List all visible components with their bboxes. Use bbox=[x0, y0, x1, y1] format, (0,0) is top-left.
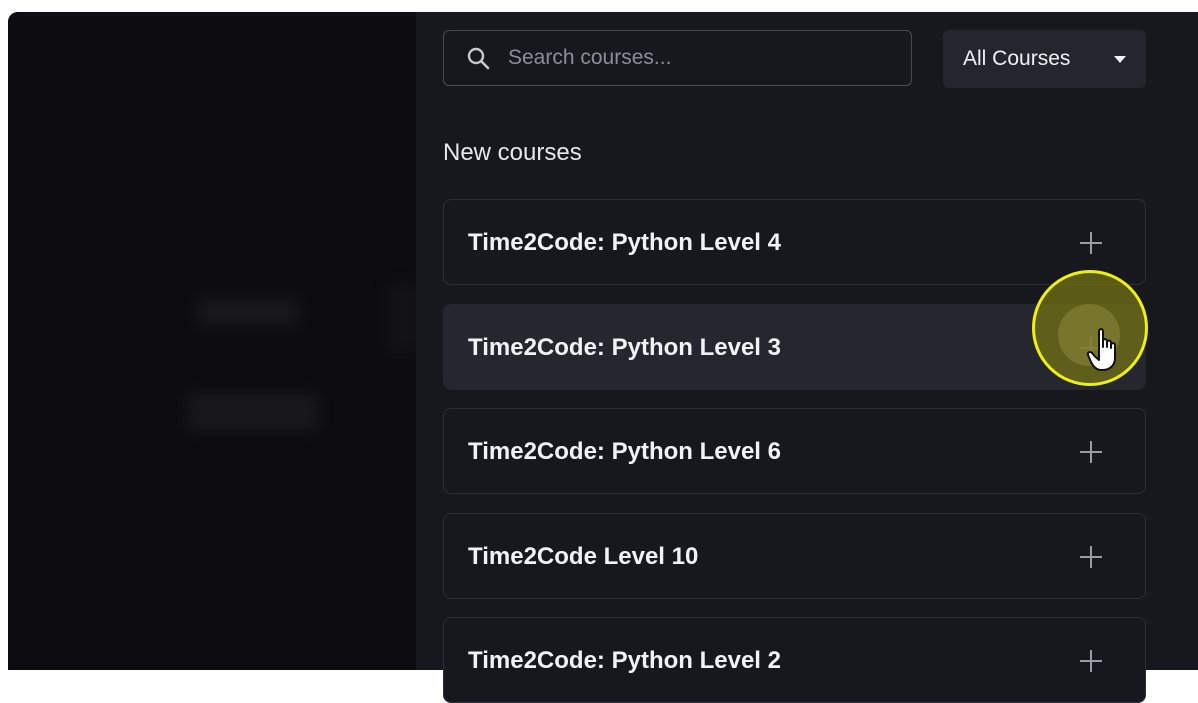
course-title: Time2Code: Python Level 3 bbox=[468, 334, 781, 361]
course-row[interactable]: Time2Code: Python Level 6 bbox=[443, 408, 1146, 494]
course-title: Time2Code Level 10 bbox=[468, 543, 699, 570]
blurred-content bbox=[388, 282, 418, 352]
dimmed-background bbox=[8, 12, 418, 670]
course-title: Time2Code: Python Level 2 bbox=[468, 647, 781, 674]
course-row[interactable]: Time2Code Level 10 bbox=[443, 513, 1146, 599]
caret-down-icon bbox=[1114, 56, 1126, 63]
add-course-icon[interactable] bbox=[1080, 441, 1102, 463]
blurred-content bbox=[198, 297, 298, 327]
hand-pointer-icon bbox=[1086, 328, 1116, 371]
course-filter-dropdown[interactable]: All Courses bbox=[943, 30, 1146, 88]
course-row[interactable]: Time2Code: Python Level 4 bbox=[443, 199, 1146, 285]
section-title: New courses bbox=[443, 139, 582, 166]
filter-selected-label: All Courses bbox=[963, 47, 1071, 70]
add-course-icon[interactable] bbox=[1080, 650, 1102, 672]
course-title: Time2Code: Python Level 6 bbox=[468, 438, 781, 465]
search-icon bbox=[467, 47, 490, 70]
add-course-icon[interactable] bbox=[1080, 232, 1102, 254]
blurred-content bbox=[188, 392, 318, 432]
add-course-icon[interactable] bbox=[1080, 546, 1102, 568]
course-title: Time2Code: Python Level 4 bbox=[468, 229, 781, 256]
search-input[interactable] bbox=[506, 45, 870, 71]
search-box[interactable] bbox=[443, 30, 912, 86]
course-row[interactable]: Time2Code: Python Level 2 bbox=[443, 617, 1146, 703]
